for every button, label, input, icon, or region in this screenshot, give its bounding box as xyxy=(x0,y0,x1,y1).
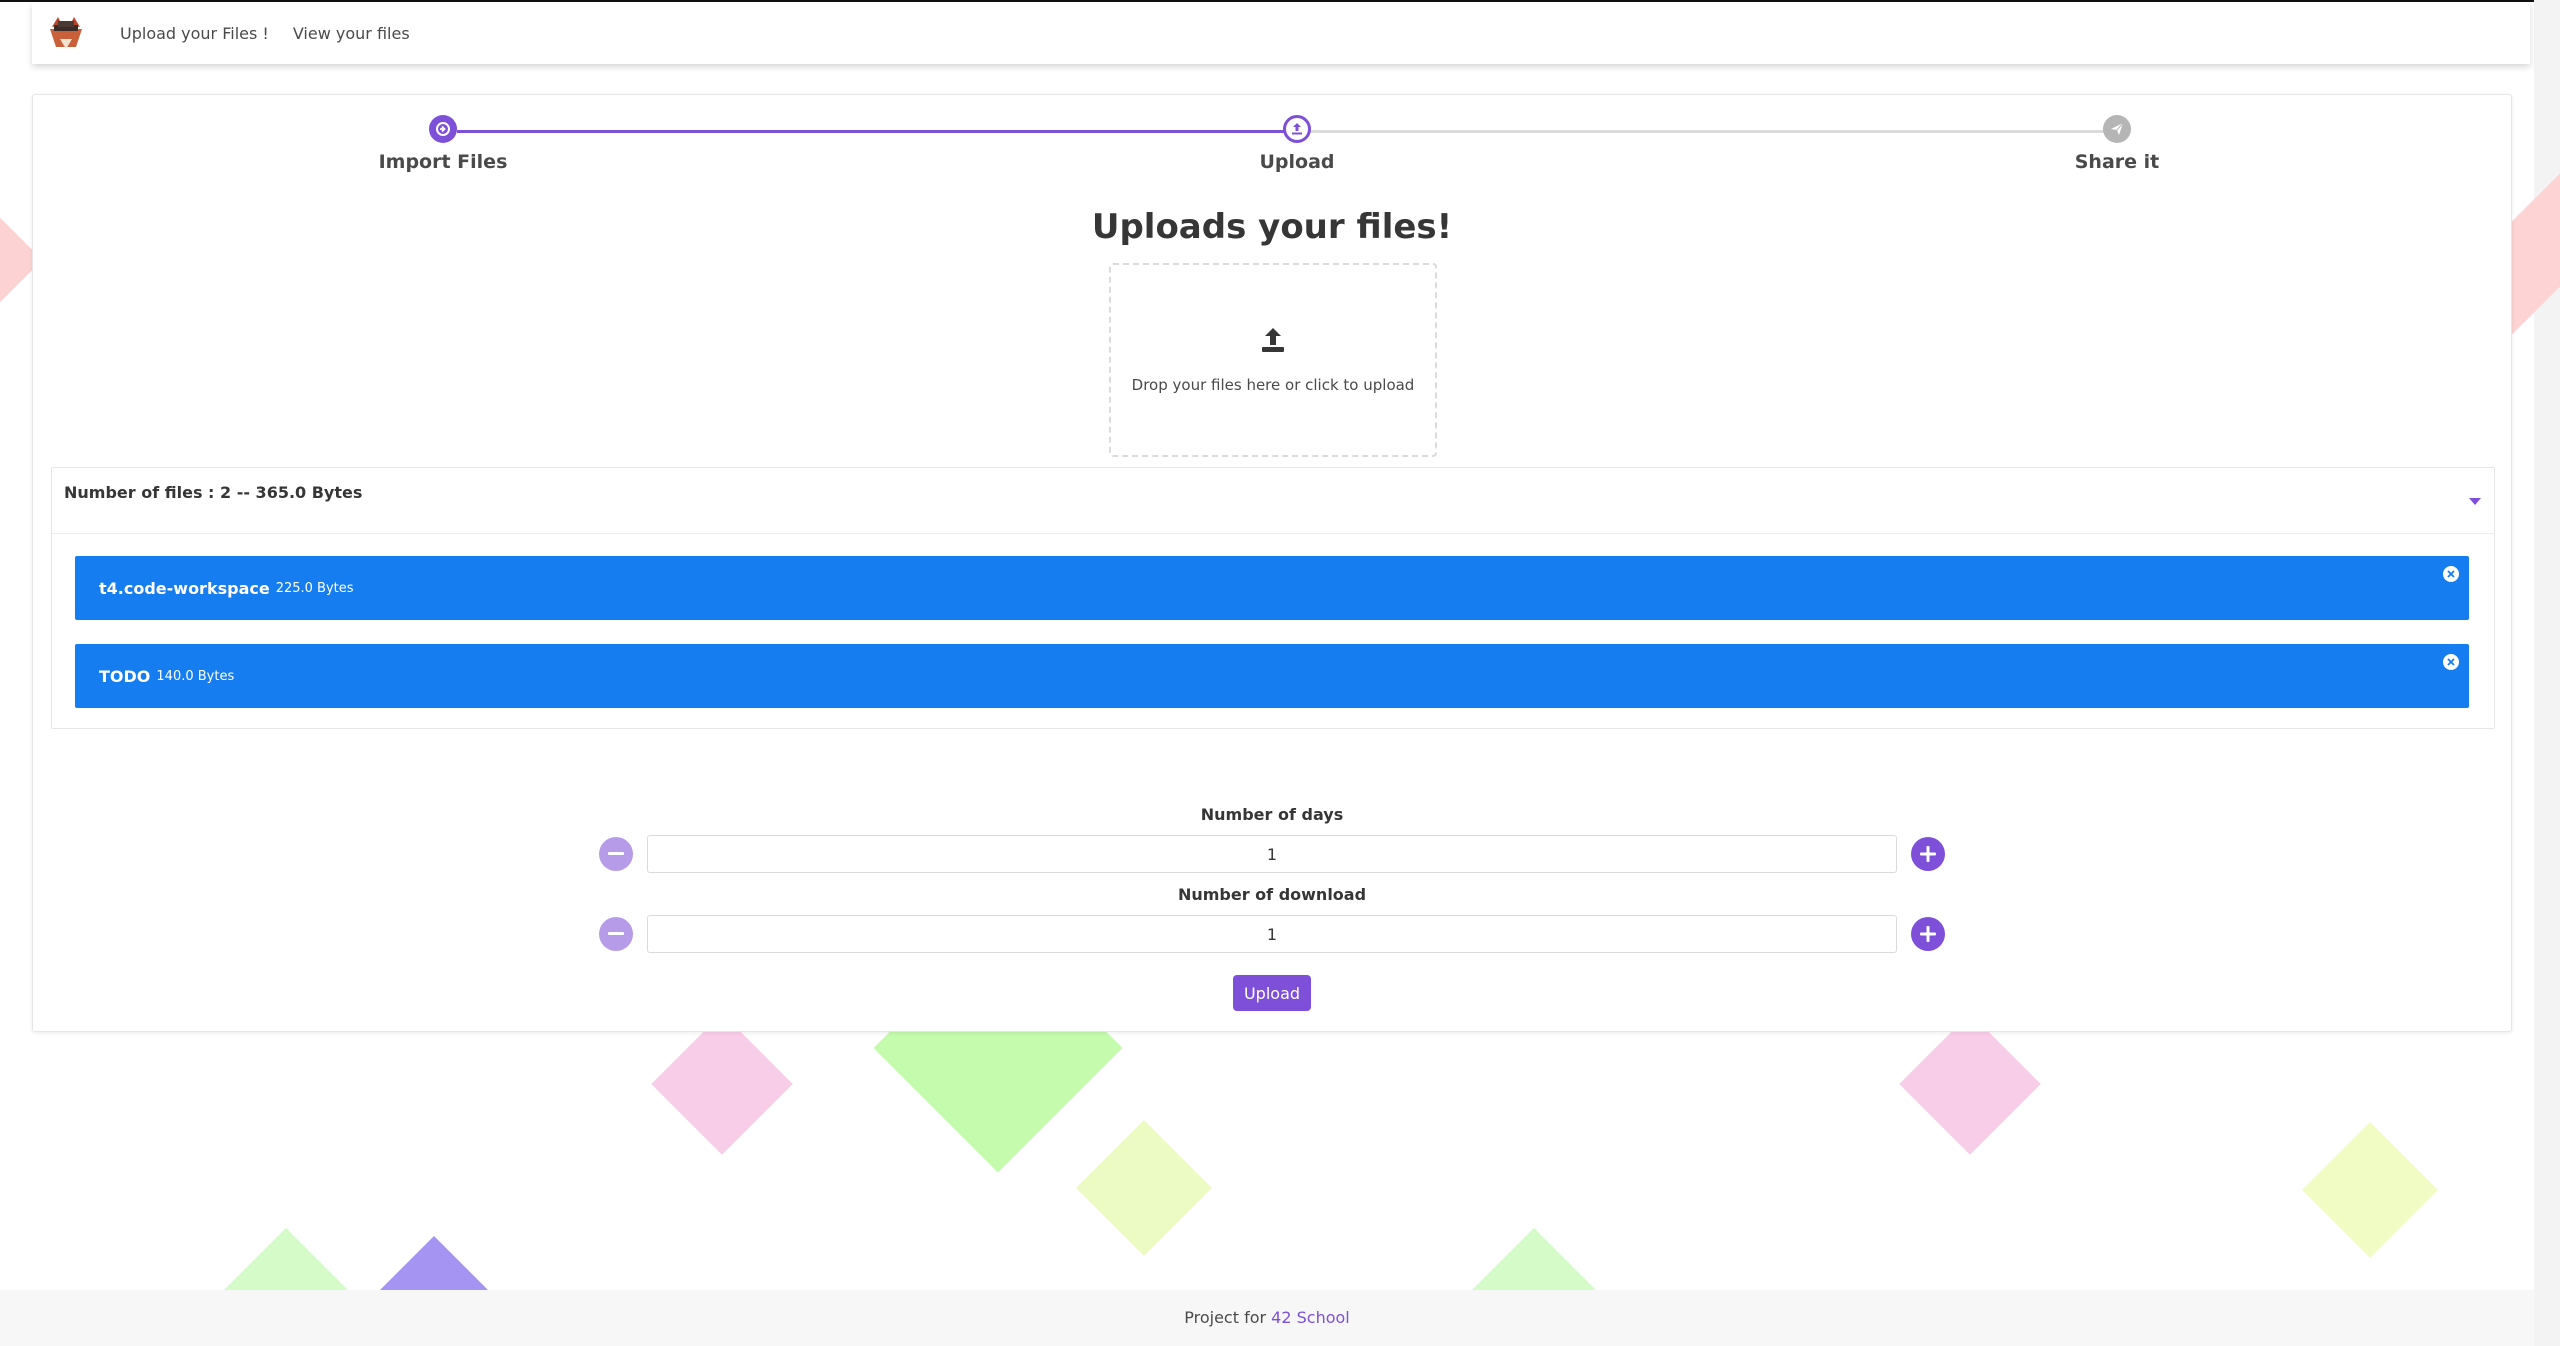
step-label: Share it xyxy=(2074,151,2160,173)
download-stepper xyxy=(599,915,1947,953)
file-dropzone[interactable]: Drop your files here or click to upload xyxy=(1109,263,1437,457)
upload-button[interactable]: Upload xyxy=(1233,975,1311,1011)
page-footer: Project for 42 School xyxy=(0,1290,2534,1346)
file-item: t4.code-workspace 225.0 Bytes xyxy=(75,556,2469,620)
file-size: 140.0 Bytes xyxy=(156,668,235,684)
page-title: Uploads your files! xyxy=(1091,207,1453,247)
decor-diamond xyxy=(1076,1120,1212,1256)
upload-icon xyxy=(1283,115,1311,143)
nav-link-upload-files[interactable]: Upload your Files ! xyxy=(120,24,269,43)
decor-triangle xyxy=(380,1236,488,1290)
close-icon[interactable] xyxy=(2443,654,2459,670)
footer-text: Project for xyxy=(1184,1308,1267,1327)
decor-triangle xyxy=(1472,1228,1596,1290)
download-input[interactable] xyxy=(647,915,1897,953)
paper-plane-icon xyxy=(2103,115,2131,143)
chevron-down-icon[interactable] xyxy=(2468,491,2482,510)
files-panel-header[interactable]: Number of files : 2 -- 365.0 Bytes xyxy=(52,468,2494,534)
days-label: Number of days xyxy=(1200,805,1344,824)
files-panel: Number of files : 2 -- 365.0 Bytes t4.co… xyxy=(51,467,2495,729)
increment-download-button[interactable] xyxy=(1911,917,1945,951)
step-share-it[interactable]: Share it xyxy=(1967,115,2267,173)
file-name: TODO xyxy=(99,666,151,686)
file-size: 225.0 Bytes xyxy=(275,580,354,596)
days-input[interactable] xyxy=(647,835,1897,873)
step-label: Upload xyxy=(1259,151,1335,173)
decor-diamond xyxy=(1899,1013,2041,1155)
decor-diamond xyxy=(2302,1122,2438,1258)
decrement-download-button[interactable] xyxy=(599,917,633,951)
increment-days-button[interactable] xyxy=(1911,837,1945,871)
decrement-days-button[interactable] xyxy=(599,837,633,871)
download-label: Number of download xyxy=(1177,885,1367,904)
step-upload[interactable]: Upload xyxy=(1147,115,1447,173)
close-icon[interactable] xyxy=(2443,566,2459,582)
upload-icon xyxy=(1259,326,1287,358)
steps-progress: Import Files Upload Share it xyxy=(33,95,2511,195)
decor-diamond xyxy=(651,1013,793,1155)
upload-card: Import Files Upload Share it Uploads you… xyxy=(32,94,2512,1032)
footer-link-42-school[interactable]: 42 School xyxy=(1271,1308,1350,1327)
step-import-files[interactable]: Import Files xyxy=(293,115,593,173)
nav-link-view-files[interactable]: View your files xyxy=(293,24,410,43)
step-label: Import Files xyxy=(378,151,508,173)
file-name: t4.code-workspace xyxy=(99,578,270,598)
fox-logo-icon[interactable] xyxy=(46,13,86,53)
dropzone-text: Drop your files here or click to upload xyxy=(1131,376,1415,394)
import-icon xyxy=(429,115,457,143)
file-item: TODO 140.0 Bytes xyxy=(75,644,2469,708)
files-summary: Number of files : 2 -- 365.0 Bytes xyxy=(64,483,363,502)
top-navbar: Upload your Files ! View your files xyxy=(32,2,2530,64)
decor-triangle xyxy=(224,1228,348,1290)
days-stepper xyxy=(599,835,1947,873)
